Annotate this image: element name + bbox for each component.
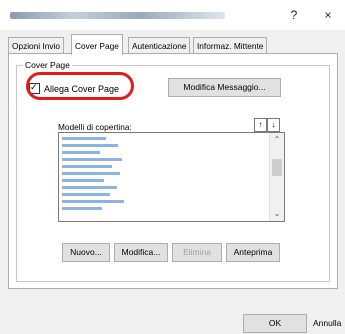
- edit-message-button[interactable]: Modifica Messaggio...: [168, 78, 281, 97]
- title-bar: ? ×: [0, 0, 345, 30]
- scroll-thumb[interactable]: [272, 159, 282, 176]
- list-item[interactable]: [62, 193, 110, 196]
- window-title-blurred: [10, 12, 225, 19]
- highlight-ring: [26, 72, 134, 100]
- sort-down-button[interactable]: ↓: [267, 118, 280, 132]
- list-item[interactable]: [62, 207, 102, 210]
- new-template-button[interactable]: Nuovo...: [62, 243, 110, 262]
- close-button[interactable]: ×: [321, 8, 335, 22]
- tab-cover-page[interactable]: Cover Page: [71, 34, 123, 55]
- modify-template-button[interactable]: Modifica...: [114, 243, 168, 262]
- list-item[interactable]: [62, 200, 124, 203]
- scroll-down-icon[interactable]: ⌄: [270, 208, 284, 220]
- help-button[interactable]: ?: [287, 8, 301, 22]
- template-listbox[interactable]: ⌃ ⌄: [58, 132, 285, 222]
- list-scrollbar[interactable]: ⌃ ⌄: [269, 133, 284, 221]
- preview-button[interactable]: Anteprima: [226, 243, 280, 262]
- group-legend: Cover Page: [23, 60, 72, 70]
- sort-up-button[interactable]: ↑: [254, 118, 267, 132]
- delete-template-button[interactable]: Elimina: [172, 243, 222, 262]
- cancel-button[interactable]: Annulla: [313, 318, 341, 328]
- ok-button[interactable]: OK: [243, 314, 307, 333]
- list-item[interactable]: [62, 172, 120, 175]
- template-list-label: Modelli di copertina:: [58, 122, 132, 132]
- list-item[interactable]: [62, 179, 104, 182]
- list-item[interactable]: [62, 158, 122, 161]
- tab-autenticazione[interactable]: Autenticazione: [128, 37, 191, 54]
- list-item[interactable]: [62, 186, 117, 189]
- list-item[interactable]: [62, 137, 106, 140]
- list-item[interactable]: [62, 144, 118, 147]
- tab-opzioni-invio[interactable]: Opzioni Invio: [8, 37, 64, 54]
- tab-informaz-mittente[interactable]: Informaz. Mittente: [193, 37, 268, 54]
- list-item[interactable]: [62, 151, 100, 154]
- list-item[interactable]: [62, 165, 112, 168]
- scroll-up-icon[interactable]: ⌃: [270, 134, 284, 146]
